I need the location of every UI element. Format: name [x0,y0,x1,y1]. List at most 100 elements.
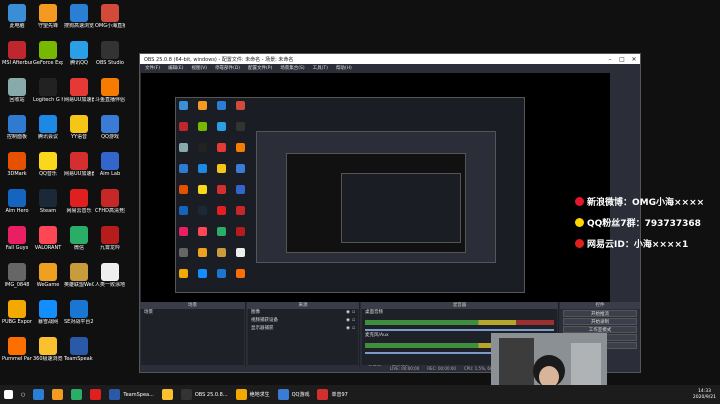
desktop-icon[interactable]: QQ音乐 [33,152,63,177]
desktop-icon[interactable]: 网易UU加速器 [64,78,94,103]
search-button[interactable]: ○ [17,385,29,404]
eye-icon[interactable]: ◉ [346,318,350,324]
desktop-icon[interactable]: 回收站 [2,78,32,103]
taskbar-item[interactable] [48,385,67,404]
taskbar-item[interactable]: 绝地求生 [232,385,274,404]
menu-item[interactable]: 编辑(E) [168,65,183,71]
desktop-icon[interactable]: 人类一败涂地 Hum... [95,263,125,288]
menu-item[interactable]: 停靠部件(D) [215,65,240,71]
desktop-icon-label: 控制面板 [6,134,27,140]
menu-item[interactable]: 视图(V) [191,65,207,71]
desktop-icon[interactable]: 暴雪战网 [33,300,63,325]
lock-icon[interactable]: ▫ [352,318,355,324]
close-icon[interactable]: ✕ [628,56,640,63]
control-button[interactable]: 开始推流 [563,310,637,317]
desktop-icon[interactable]: Fall Guys [2,226,32,251]
menu-item[interactable]: 配置文件(P) [248,65,272,71]
desktop-icon[interactable]: 九霄龙吟 [95,226,125,251]
desktop-icon[interactable]: 腾讯会议 [33,115,63,140]
desktop-icon[interactable]: 网易云音乐 [64,189,94,214]
source-label: 视频捕获设备 [251,318,278,323]
desktop-icon[interactable]: YY语音 [64,115,94,140]
control-button[interactable]: 工作室模式 [563,326,637,333]
desktop-icon[interactable]: Steam [33,189,63,214]
desktop-icon[interactable]: 英雄联盟WeGame版 [64,263,94,288]
desktop-icon[interactable]: TeamSpeak 3 [64,337,94,362]
control-button[interactable]: 开始录制 [563,318,637,325]
menu-item[interactable]: 工具(T) [313,65,328,71]
desktop-icon[interactable]: QQ游戏 [95,115,125,140]
source-item[interactable]: 图像 ◉ ▫ [248,309,358,317]
obs-titlebar[interactable]: OBS 25.0.8 (64-bit, windows) - 配置文件: 未命名… [140,54,640,64]
desktop-icon-label: Pummel Party [2,356,32,362]
desktop-icon-label: GeForce Experience [33,60,63,66]
preview-icon-thumb [217,227,226,236]
tray-clock[interactable]: 14:33 2020/9/21 [693,389,716,401]
minimize-icon[interactable]: – [604,56,616,63]
start-button[interactable] [0,385,17,404]
desktop-icon[interactable]: PUBG Export... [2,300,32,325]
eye-icon[interactable]: ◉ [346,326,350,332]
desktop-icon[interactable]: OMG小海直播_绝地求... [95,4,125,29]
desktop-icon-label: 此电脑 [9,23,25,29]
preview-icon-thumb [179,164,188,173]
maximize-icon[interactable]: □ [616,56,628,63]
desktop-icon-label: Fall Guys [5,245,29,251]
desktop-icon-label: MSI Afterburner [2,60,32,66]
lock-icon[interactable]: ▫ [352,310,355,316]
overlay-line: 新浪微博：OMG小海×××× [575,195,720,208]
taskbar-item[interactable]: OBS 25.0.8... [177,385,232,404]
desktop-icon[interactable]: IMG_0848 [2,263,32,288]
app-icon [109,389,121,400]
menu-item[interactable]: 帮助(H) [336,65,352,71]
taskbar-item[interactable]: TeamSpea... [105,385,157,404]
desktop-icon[interactable]: 微信 [64,226,94,251]
status-item: LIVE: 00:00:00 [390,366,420,371]
preview-icon-thumb [236,101,245,110]
desktop-icon[interactable]: 控制面板 [2,115,32,140]
desktop-icon[interactable]: CFHD高清竞技大区 [95,189,125,214]
desktop-icon-label: 暴雪战网 [37,319,58,325]
preview-icon-thumb [217,269,226,278]
desktop-icon[interactable]: 守望先锋 [33,4,63,29]
desktop-icon[interactable]: 360极速浏览器 [33,337,63,362]
desktop-icon[interactable]: OBS Studio [95,41,125,66]
taskbar-item[interactable] [86,385,105,404]
taskbar-item[interactable]: QQ游戏 [274,385,314,404]
desktop-icon[interactable]: Logitech G HUB [33,78,63,103]
desktop-icon[interactable]: SE对战平台2.0 [64,300,94,325]
menu-item[interactable]: 文件(F) [145,65,160,71]
search-icon: ○ [21,391,26,398]
source-item[interactable]: 显示器捕获 ◉ ▫ [248,325,358,333]
preview-icon-thumb [217,206,226,215]
desktop-icon[interactable]: VALORANT [33,226,63,251]
lock-icon[interactable]: ▫ [352,326,355,332]
desktop-icon[interactable]: 此电脑 [2,4,32,29]
desktop-icon[interactable]: MSI Afterburner [2,41,32,66]
source-item[interactable]: 视频捕获设备 ◉ ▫ [248,317,358,325]
taskbar-item[interactable] [158,385,177,404]
scene-item[interactable]: 场景 [141,309,244,317]
system-tray[interactable]: 14:33 2020/9/21 [693,385,716,404]
taskbar-item[interactable] [29,385,48,404]
desktop-icon[interactable]: WeGame [33,263,63,288]
eye-icon[interactable]: ◉ [346,310,350,316]
preview-icon-thumb [236,269,245,278]
taskbar-item[interactable]: 单音97 [313,385,351,404]
desktop-icon[interactable]: Pummel Party [2,337,32,362]
taskbar-item[interactable] [67,385,86,404]
desktop-icon[interactable]: 网易UU加速器 [64,152,94,177]
desktop-icon-label: 守望先锋 [37,23,58,29]
obs-window[interactable]: OBS 25.0.8 (64-bit, windows) - 配置文件: 未命名… [139,53,641,373]
desktop-icon[interactable]: 腾讯QQ [64,41,94,66]
desktop-icon[interactable]: Aim Lab [95,152,125,177]
desktop-icon[interactable]: Aim Hero [2,189,32,214]
clock-date: 2020/9/21 [692,394,716,400]
desktop-icon[interactable]: 搜狗高速浏览器 [64,4,94,29]
volume-slider[interactable] [365,329,554,331]
desktop-icon[interactable]: GeForce Experience [33,41,63,66]
desktop-icon-label: OBS Studio [96,60,124,66]
desktop-icon[interactable]: 斗鱼直播伴侣 [95,78,125,103]
menu-item[interactable]: 场景集合(S) [280,65,304,71]
desktop-icon[interactable]: 3DMark [2,152,32,177]
